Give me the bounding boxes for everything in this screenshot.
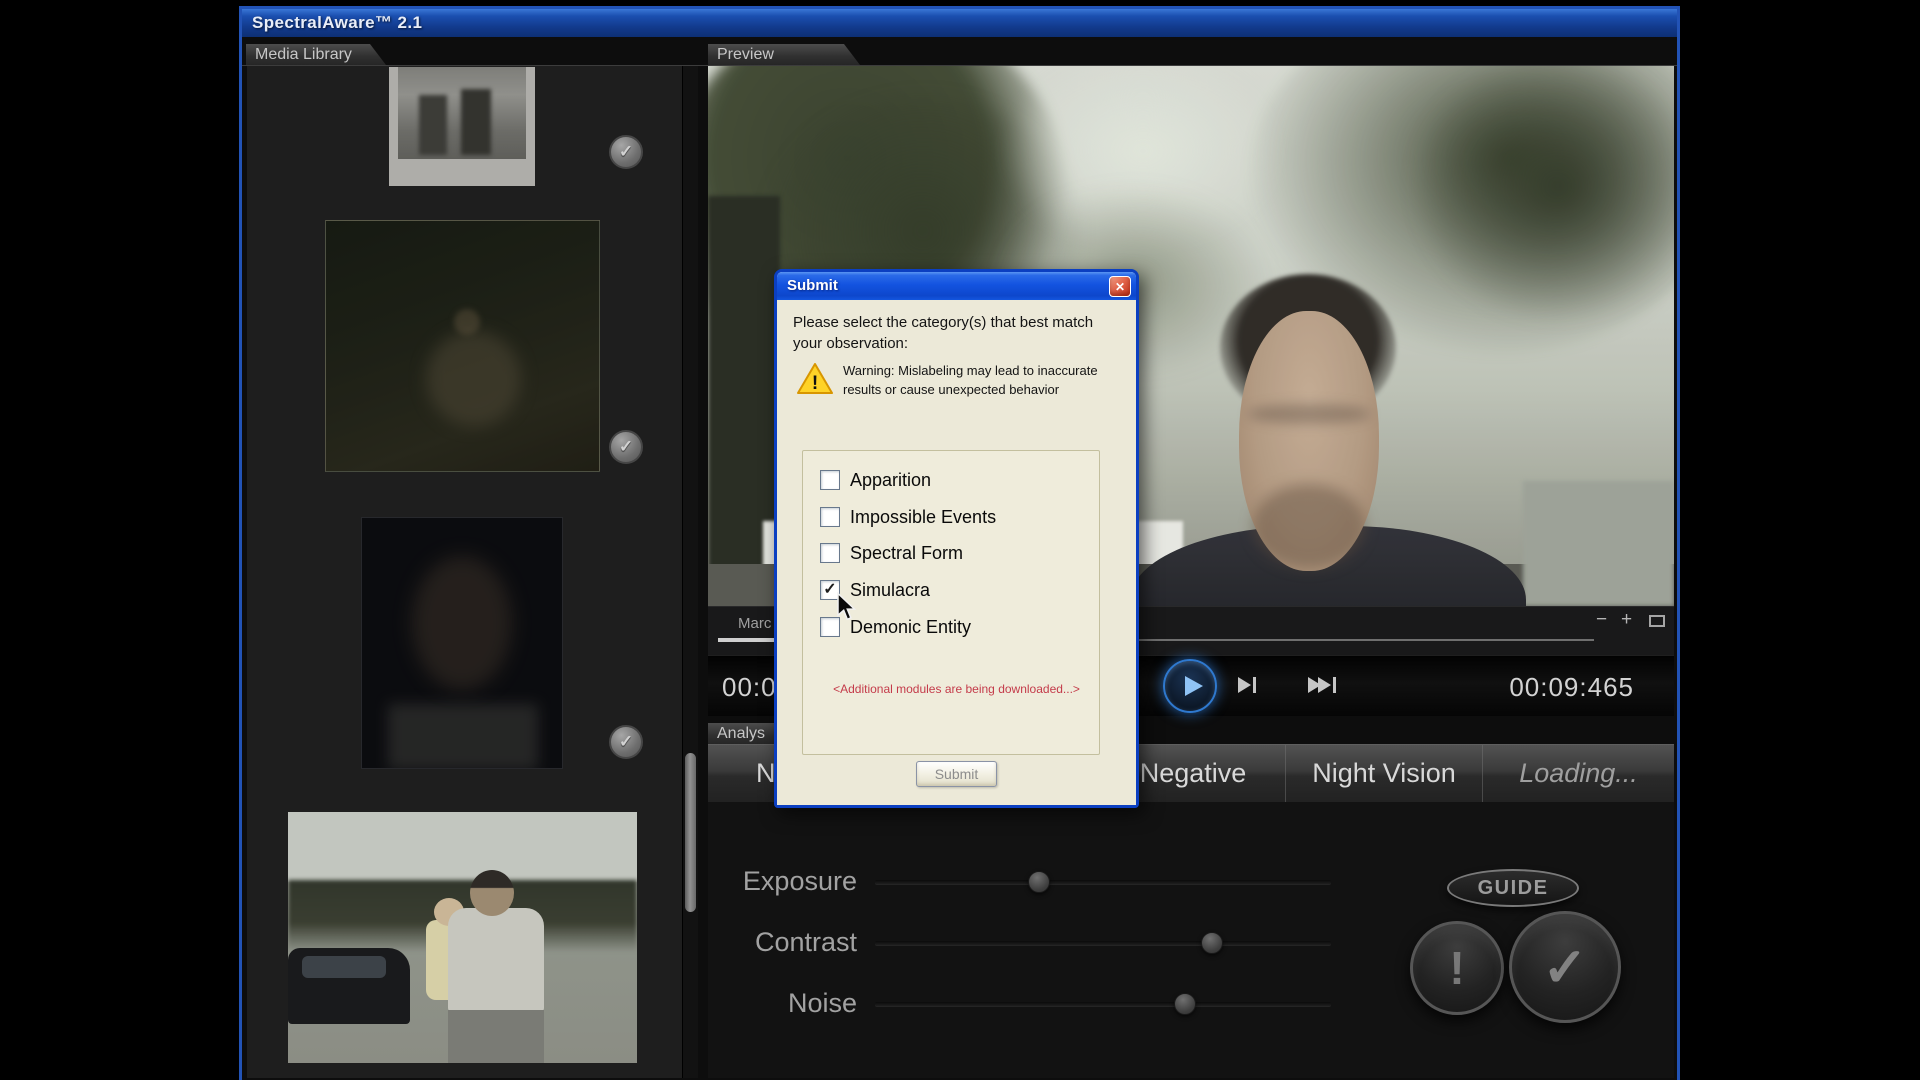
media-library-scrollbar[interactable] [682,66,698,1078]
tab-preview[interactable]: Preview [708,44,860,65]
check-glyph: ✓ [619,437,633,457]
svg-text:!: ! [812,373,818,394]
checkbox[interactable]: ✓ [820,470,840,490]
zoom-in-icon[interactable]: + [1621,609,1632,631]
time-elapsed: 00:0 [722,672,777,703]
option-label: Simulacra [850,580,930,601]
dialog-prompt: Please select the category(s) that best … [793,312,1111,354]
photo-man-legs [448,1010,544,1063]
noise-slider[interactable] [875,1002,1331,1006]
exposure-slider-thumb[interactable] [1028,871,1050,893]
window-titlebar[interactable]: SpectralAware™ 2.1 [242,9,1677,37]
tab-media-library[interactable]: Media Library [246,44,386,65]
contrast-slider[interactable] [875,941,1331,945]
option-impossible-events[interactable]: ✓ Impossible Events [820,506,996,528]
option-spectral-form[interactable]: ✓ Spectral Form [820,542,963,564]
option-label: Impossible Events [850,507,996,528]
verified-badge-icon: ✓ [609,725,643,759]
checkbox[interactable]: ✓ [820,507,840,527]
analysis-panel: Exposure Contrast Noise GUIDE ! ✓ [708,802,1674,1078]
skip-end-icon [1318,677,1331,693]
dim-overlay [326,221,599,471]
option-label: Spectral Form [850,543,963,564]
filter-label: N [756,758,776,789]
check-glyph: ✓ [619,732,633,752]
submit-button[interactable]: Submit [916,761,997,787]
skip-end-button[interactable] [1308,677,1336,693]
dialog-body: Please select the category(s) that best … [777,300,1136,805]
exposure-slider[interactable] [875,880,1331,884]
step-forward-button[interactable] [1238,677,1256,693]
checkbox-check-icon: ✓ [823,582,836,598]
warning-icon: ! [796,362,834,396]
fit-screen-icon[interactable] [1649,615,1665,627]
noise-slider-thumb[interactable] [1174,993,1196,1015]
photo-sky [288,812,637,882]
zoom-out-icon[interactable]: − [1596,609,1607,631]
step-forward-icon [1253,677,1256,693]
filter-tab-loading: Loading... [1482,745,1674,802]
confirm-button[interactable]: ✓ [1509,911,1621,1023]
contrast-label: Contrast [708,927,857,958]
option-apparition[interactable]: ✓ Apparition [820,469,931,491]
scrollbar-thumb[interactable] [685,753,696,912]
filter-label: Loading... [1519,758,1638,789]
window-title: SpectralAware™ 2.1 [252,13,422,33]
skip-end-icon [1333,677,1336,693]
checkbox[interactable]: ✓ [820,543,840,563]
photo-car-window [302,956,386,978]
exclamation-icon: ! [1449,941,1464,995]
media-thumbnail-3[interactable] [361,517,563,769]
timeline-label: Marc [738,615,771,632]
check-glyph: ✓ [619,142,633,162]
step-forward-icon [1238,677,1251,693]
checkmark-icon: ✓ [1542,936,1587,999]
time-total: 00:09:465 [1509,672,1634,703]
tab-media-library-label: Media Library [255,46,352,63]
exposure-label: Exposure [708,866,857,897]
submit-button-label: Submit [935,766,979,782]
timeline-progress [718,638,776,642]
dim-overlay [389,67,535,186]
filter-tab-night-vision[interactable]: Night Vision [1285,745,1482,802]
contrast-slider-thumb[interactable] [1201,932,1223,954]
download-status-text: <Additional modules are being downloaded… [777,682,1136,696]
verified-badge-icon: ✓ [609,135,643,169]
verified-badge-icon: ✓ [609,430,643,464]
tab-analysis-label: Analys [717,725,765,742]
filter-label: Night Vision [1312,758,1456,789]
play-button[interactable] [1163,659,1217,713]
submit-dialog: Submit ✕ Please select the category(s) t… [774,269,1139,808]
warning-text: Warning: Mislabeling may lead to inaccur… [843,362,1125,400]
option-label: Demonic Entity [850,617,971,638]
alert-button[interactable]: ! [1410,921,1504,1015]
dialog-titlebar[interactable]: Submit ✕ [777,272,1136,300]
option-label: Apparition [850,470,931,491]
photo-man [448,908,544,1012]
filter-label: Negative [1140,758,1247,789]
dialog-close-button[interactable]: ✕ [1109,276,1131,297]
media-library-panel: ✓ ✓ ✓ [247,66,698,1078]
mouse-cursor [836,592,858,622]
media-thumbnail-2[interactable] [325,220,600,472]
media-thumbnail-4[interactable] [288,812,637,1063]
noise-label: Noise [708,988,857,1019]
guide-label: GUIDE [1478,877,1549,900]
dialog-title: Submit [787,277,838,294]
desktop-background: SpectralAware™ 2.1 Media Library Preview [0,0,1920,1080]
play-icon [1185,676,1203,696]
dim-overlay [362,518,562,768]
media-thumbnail-1[interactable] [389,67,535,186]
photo-man-head [470,870,514,916]
guide-button[interactable]: GUIDE [1447,869,1579,907]
tab-preview-label: Preview [717,46,774,63]
app-window: SpectralAware™ 2.1 Media Library Preview [239,6,1680,1080]
close-icon: ✕ [1115,280,1125,294]
